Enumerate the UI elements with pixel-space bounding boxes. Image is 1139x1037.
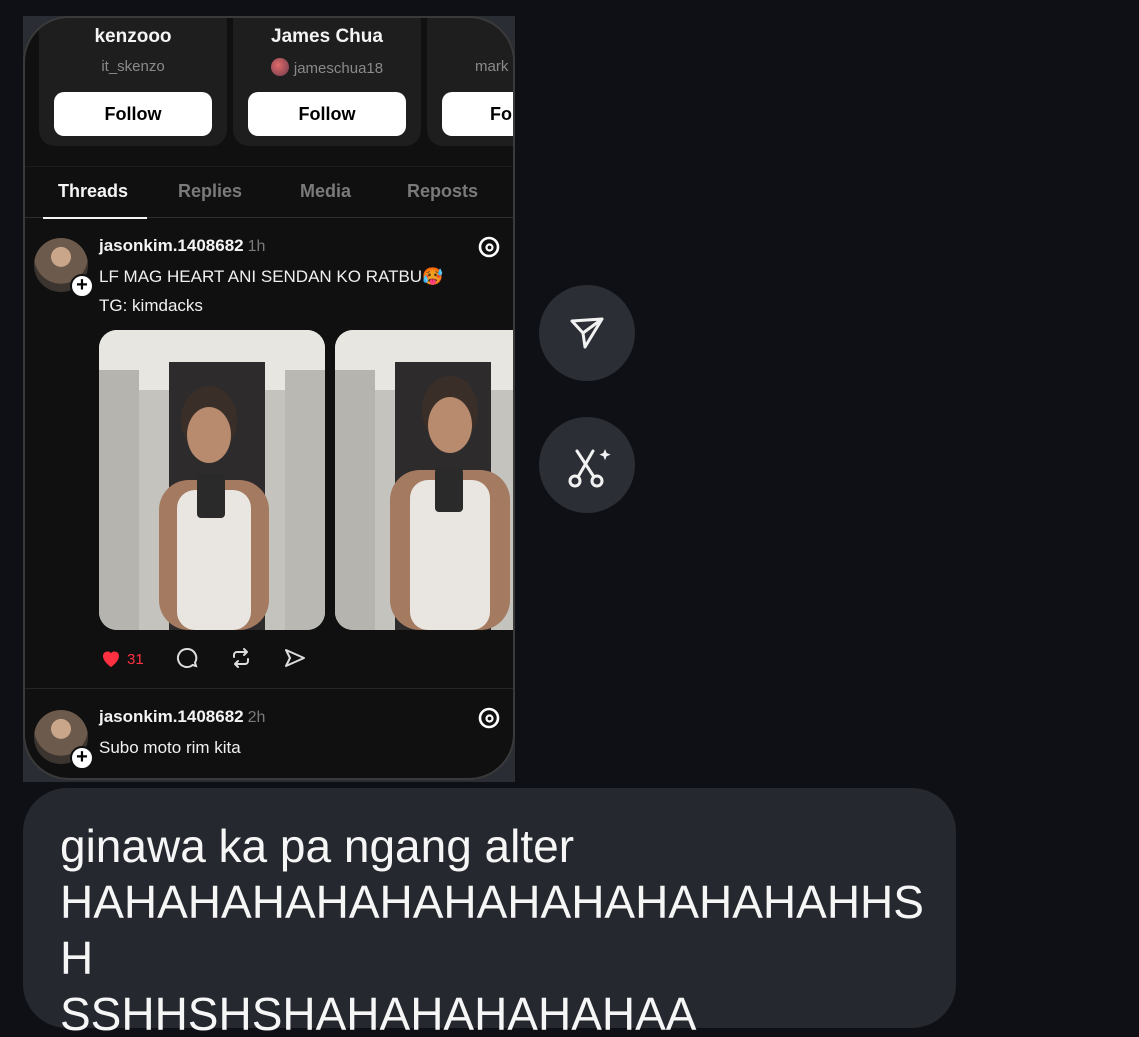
suggested-handle: mark <box>475 58 509 75</box>
send-icon <box>570 317 604 349</box>
message-bubble[interactable]: ginawa ka pa ngang alter HAHAHAHAHAHAHAH… <box>23 788 956 1037</box>
post-text: Subo moto rim kita <box>99 738 241 757</box>
suggested-card[interactable]: mark Fo <box>427 18 513 146</box>
suggested-name: kenzooo <box>94 26 172 47</box>
profile-tabs: Threads Replies Media Reposts <box>25 166 513 219</box>
mini-avatar <box>270 58 289 76</box>
avatar[interactable]: + <box>34 238 94 298</box>
heart-icon[interactable] <box>99 646 123 670</box>
comment-icon[interactable] <box>175 646 199 670</box>
edit-button[interactable] <box>539 417 635 513</box>
plus-icon[interactable]: + <box>70 274 94 298</box>
chat-screen: kenzooo it_skenzo Follow James Chua jame… <box>0 0 1139 1037</box>
share-button[interactable] <box>539 285 635 381</box>
like-count: 31 <box>127 651 144 668</box>
post-username[interactable]: jasonkim.1408682 1h <box>99 236 265 256</box>
suggested-card[interactable]: James Chua jameschua18 Follow <box>233 18 421 146</box>
avatar[interactable]: + <box>34 710 94 770</box>
threads-logo-icon <box>478 236 500 258</box>
tab-replies[interactable]: Replies <box>178 181 242 202</box>
scissors-sparkle-icon <box>568 449 611 488</box>
post-username[interactable]: jasonkim.1408682 2h <box>99 707 265 727</box>
post-image[interactable] <box>99 330 325 630</box>
suggested-card[interactable]: kenzooo it_skenzo Follow <box>39 18 227 146</box>
post-text: LF MAG HEART ANI SENDAN KO RATBU🥵 <box>99 267 444 286</box>
suggested-profiles-row: kenzooo it_skenzo Follow James Chua jame… <box>39 18 513 166</box>
tab-reposts[interactable]: Reposts <box>407 181 478 202</box>
post-time: 1h <box>247 238 266 255</box>
suggested-name: James Chua <box>271 26 383 47</box>
post-actions: 31 <box>99 646 359 676</box>
post-image[interactable] <box>335 330 513 630</box>
threads-logo-icon <box>478 707 500 729</box>
shared-screenshot[interactable]: kenzooo it_skenzo Follow James Chua jame… <box>23 16 515 780</box>
active-tab-indicator <box>43 217 147 219</box>
follow-button[interactable]: Follow <box>54 92 212 136</box>
tab-threads[interactable]: Threads <box>58 181 128 202</box>
follow-button[interactable]: Follow <box>248 92 406 136</box>
post-divider <box>25 688 513 689</box>
tab-media[interactable]: Media <box>300 181 351 202</box>
message-text: ginawa ka pa ngang alter HAHAHAHAHAHAHAH… <box>60 820 924 1037</box>
repost-icon[interactable] <box>229 646 253 670</box>
post-text: TG: kimdacks <box>99 296 203 315</box>
follow-button[interactable]: Fo <box>442 92 513 136</box>
suggested-handle: jameschua18 <box>233 58 421 77</box>
post-time: 2h <box>247 709 266 726</box>
plus-icon[interactable]: + <box>70 746 94 770</box>
suggested-handle: it_skenzo <box>101 58 165 75</box>
share-icon[interactable] <box>283 646 307 670</box>
